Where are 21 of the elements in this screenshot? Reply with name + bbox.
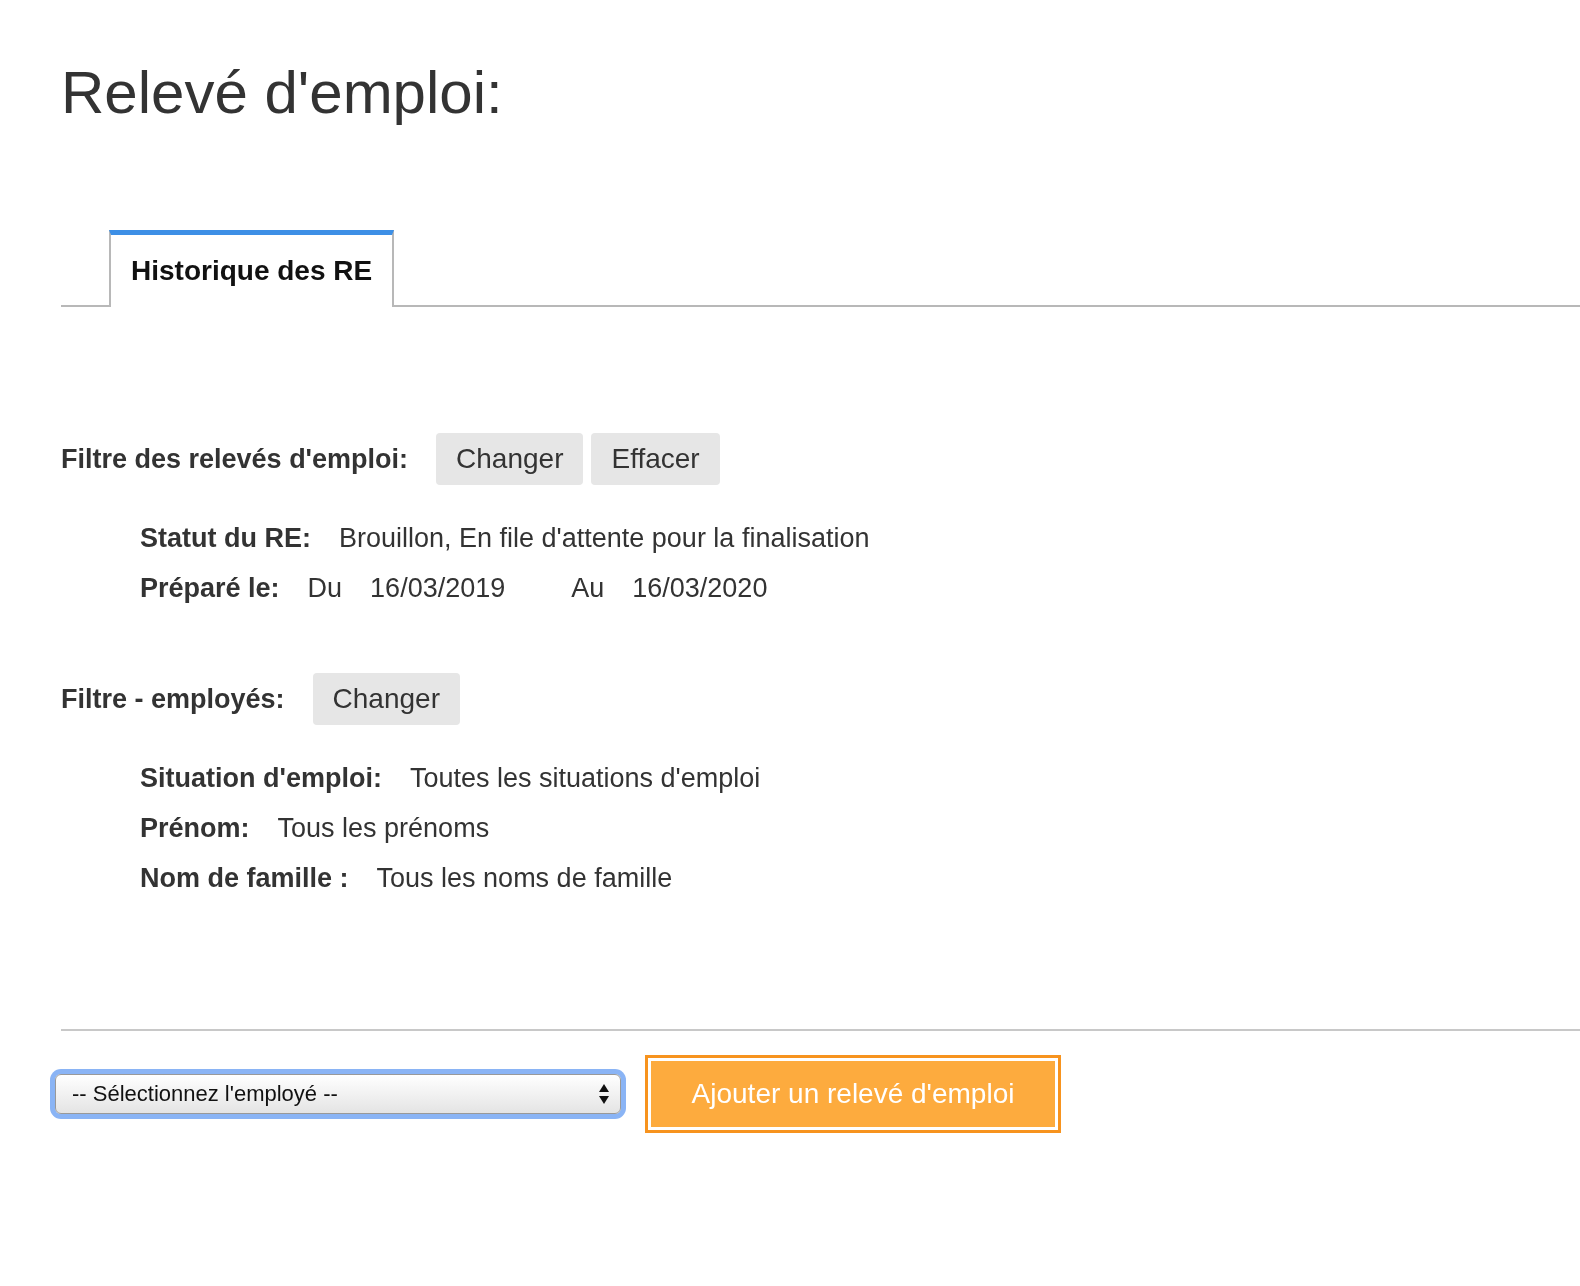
detail-label: Préparé le: [140, 572, 280, 604]
filter-label: Filtre - employés: [61, 683, 285, 715]
change-button[interactable]: Changer [436, 433, 584, 485]
detail-value: Toutes les situations d'emploi [409, 762, 761, 794]
range-prefix: Du [307, 572, 343, 604]
updown-arrows-icon [598, 1083, 610, 1105]
detail-label: Statut du RE: [140, 522, 311, 554]
detail-value: Tous les noms de famille [376, 862, 673, 894]
date-value: 16/03/2020 [632, 572, 768, 604]
tab[interactable]: Historique des RE [109, 230, 395, 307]
detail-value: Tous les prénoms [277, 812, 490, 844]
detail-label: Nom de famille : [140, 862, 349, 894]
detail-label: Situation d'emploi: [140, 762, 382, 794]
date-value: 16/03/2019 [370, 572, 506, 604]
range-prefix: Au [571, 572, 605, 604]
detail-label: Prénom: [140, 812, 250, 844]
page-title: Relevé d'emploi: [61, 60, 503, 126]
clear-button[interactable]: Effacer [591, 433, 720, 485]
detail-value: Brouillon, En file d'attente pour la finalisation [339, 522, 870, 554]
filter-label: Filtre des relevés d'emploi: [61, 443, 409, 475]
change-button[interactable]: Changer [312, 673, 460, 725]
